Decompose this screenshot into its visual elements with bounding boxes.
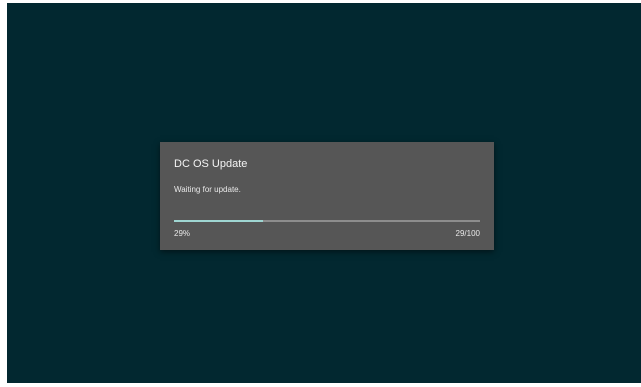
update-dialog: DC OS Update Waiting for update. 29% 29/… — [160, 142, 494, 250]
progress-bar — [174, 220, 480, 222]
screen-background: DC OS Update Waiting for update. 29% 29/… — [7, 3, 641, 383]
progress-bar-fill — [174, 220, 263, 222]
dialog-title: DC OS Update — [174, 158, 248, 170]
dialog-message: Waiting for update. — [174, 185, 241, 194]
progress-count: 29/100 — [455, 229, 480, 238]
progress-percent: 29% — [174, 229, 191, 238]
